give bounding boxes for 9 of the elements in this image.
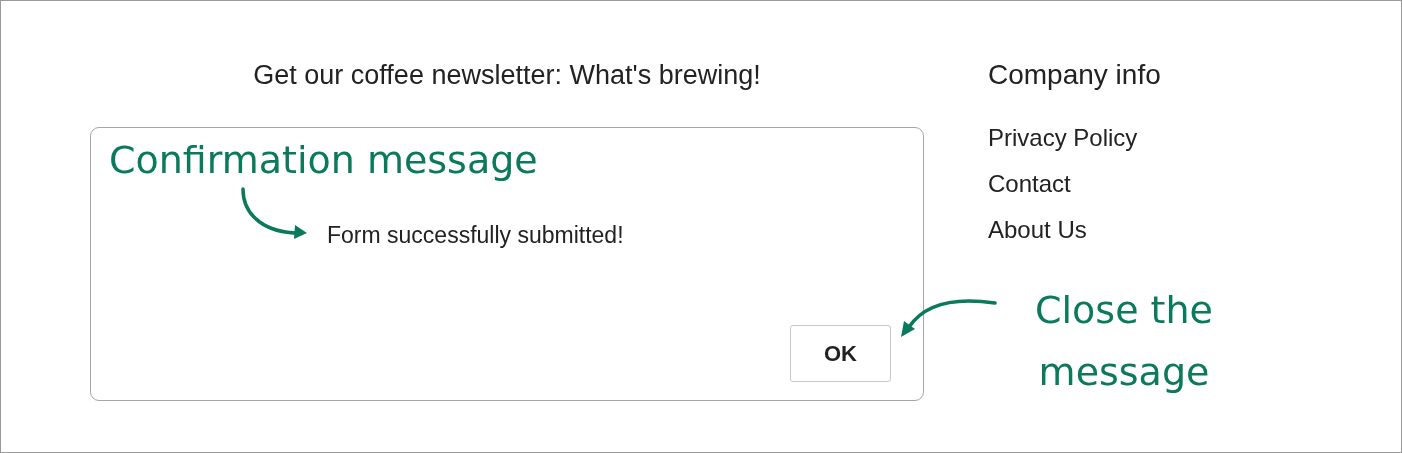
newsletter-heading: Get our coffee newsletter: What's brewing! xyxy=(252,59,762,92)
confirmation-message: Form successfully submitted! xyxy=(327,221,624,250)
company-info-heading: Company info xyxy=(988,58,1161,92)
ok-button[interactable]: OK xyxy=(790,325,891,382)
annotation-label: Close the message xyxy=(1034,287,1214,396)
footer-link[interactable]: About Us xyxy=(988,207,1161,253)
annotation-label: Confirmation message xyxy=(109,137,539,184)
footer-link[interactable]: Privacy Policy xyxy=(988,115,1161,161)
footer-link[interactable]: Contact xyxy=(988,161,1161,207)
